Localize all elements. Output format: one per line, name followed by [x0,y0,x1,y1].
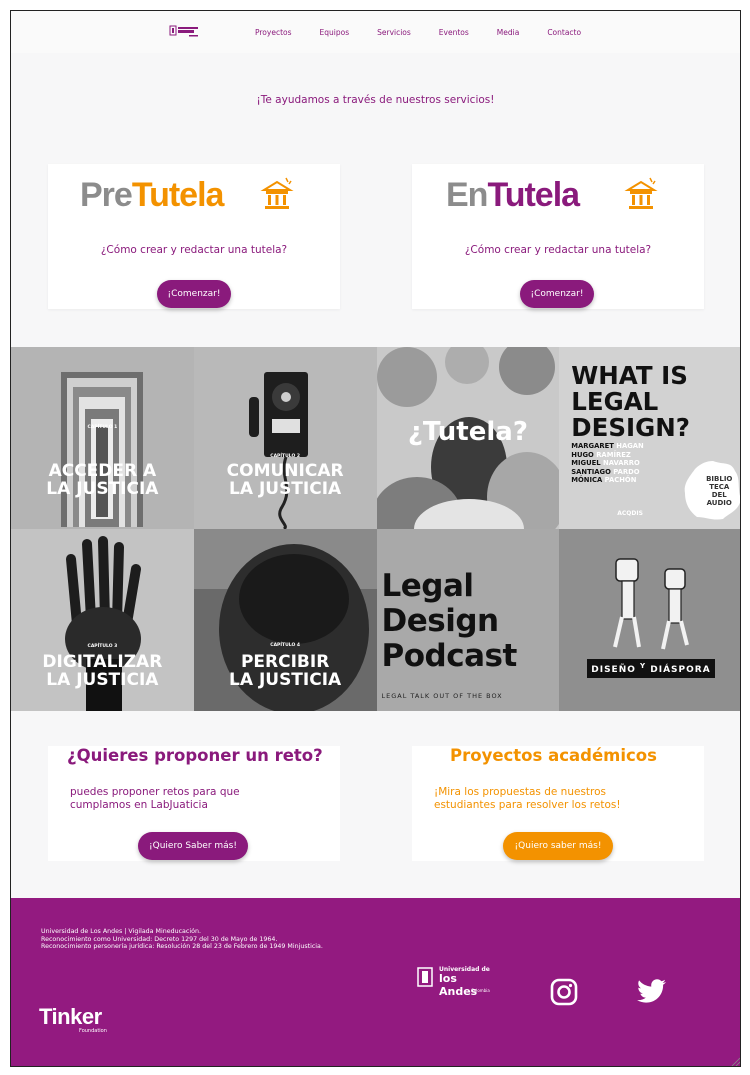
podcast-title: Legal Design Podcast [381,568,518,674]
reto-card: ¿Quieres proponer un reto? puedes propon… [48,746,340,861]
page-frame: Proyectos Equipos Servicios Eventos Medi… [10,10,741,1067]
pretutela-card: PreTutela ¿Cómo crear y redactar una tut… [48,164,340,309]
tile-digitalizar-justicia[interactable]: CAPÍTULO 3 DIGITALIZAR LA JUSTICIA [11,529,194,711]
biblioteca-badge-text: BIBLIO TECA DEL AUDIO [706,475,733,507]
podcast-subtitle: LEGAL TALK OUT OF THE BOX [381,692,503,700]
tile-acceder-justicia[interactable]: CAPÍTULO 1 ACCEDER A LA JUSTICIA [11,347,194,529]
entutela-start-button[interactable]: ¡Comenzar! [520,280,594,308]
proyectos-more-button[interactable]: ¡Quiero saber más! [503,832,613,860]
reto-more-button[interactable]: ¡Quiero Saber más! [138,832,248,860]
tile-caption-1: ACCEDER A [48,461,157,481]
pretutela-start-button[interactable]: ¡Comenzar! [157,280,231,308]
main-nav: Proyectos Equipos Servicios Eventos Medi… [255,28,609,37]
tile-diseno-diaspora[interactable]: DISEÑO Y DIÁSPORA [559,529,740,711]
proyectos-title: Proyectos académicos [450,746,657,765]
nav-proyectos[interactable]: Proyectos [255,28,292,37]
telephone-illustration [193,347,377,529]
reto-text: puedes proponer retos para que cumplamos … [70,786,240,811]
site-header: Proyectos Equipos Servicios Eventos Medi… [11,11,740,53]
tile-tutela[interactable]: ¿Tutela? [376,347,560,529]
reto-title: ¿Quieres proponer un reto? [67,746,323,765]
tile-legal-design-podcast[interactable]: Legal Design Podcast LEGAL TALK OUT OF T… [376,529,560,711]
nav-servicios[interactable]: Servicios [377,28,411,37]
tile-comunicar-justicia[interactable]: CAPÍTULO 2 COMUNICAR LA JUSTICIA [193,347,377,529]
nav-contacto[interactable]: Contacto [547,28,581,37]
entutela-question: ¿Cómo crear y redactar una tutela? [464,244,652,256]
media-grid: CAPÍTULO 1 ACCEDER A LA JUSTICIA CAPÍTUL… [11,347,740,711]
diseno-diaspora-label: DISEÑO Y DIÁSPORA [587,659,715,678]
authors-list: MARGARET HAGAN HUGO RAMÍREZ MIGUEL NAVAR… [571,442,644,484]
tile-caption-2: LA JUSTICIA [229,670,342,690]
services-intro: ¡Te ayudamos a través de nuestros servic… [256,94,495,106]
tile-caption-2: LA JUSTICIA [229,479,342,499]
tile-chapter-label: CAPÍTULO 4 [270,643,300,648]
entutela-logo: EnTutela [446,176,580,214]
proyectos-card: Proyectos académicos ¡Mira los propuesta… [412,746,704,861]
acqdis-logo: ACQDIS [617,510,643,517]
tile-chapter-label: CAPÍTULO 3 [87,644,118,649]
pretutela-logo: PreTutela [80,176,224,214]
uniandes-line3: Colombia [471,988,490,993]
skeletons-illustration [559,529,740,711]
uniandes-logo[interactable] [169,24,199,40]
tinker-logo[interactable]: Tinker [39,1004,102,1030]
legal-design-title: WHAT IS LEGAL DESIGN? [571,361,690,442]
tile-caption-2: LA JUSTICIA [46,479,159,499]
tile-caption-1: PERCIBIR [240,652,330,672]
site-footer: Universidad de Los Andes | Vigilada Mine… [11,898,740,1066]
resize-grip-icon[interactable] [730,1056,740,1066]
instagram-icon[interactable] [550,978,578,1006]
uniandes-line2: los Andes [439,972,478,998]
tile-chapter-label: CAPÍTULO 1 [87,425,118,430]
tile-chapter-label: CAPÍTULO 2 [270,454,300,459]
proyectos-text: ¡Mira los propuestas de nuestros estudian… [434,786,621,811]
corridor-doors-illustration [11,347,194,529]
tutela-title: ¿Tutela? [407,417,528,447]
uniandes-footer-logo[interactable]: Universidad de los Andes Colombia [417,966,497,998]
entutela-card: EnTutela ¿Cómo crear y redactar una tute… [412,164,704,309]
twitter-icon[interactable] [637,979,667,1004]
uniandes-emblem-icon [417,967,433,987]
tinker-foundation-label: Foundation [79,1028,107,1034]
nav-eventos[interactable]: Eventos [439,28,469,37]
tile-caption-2: LA JUSTICIA [46,670,159,690]
tile-caption-1: DIGITALIZAR [42,652,163,672]
tile-what-is-legal-design[interactable]: WHAT IS LEGAL DESIGN? MARGARET HAGAN HUG… [559,347,740,529]
tile-percibir-justicia[interactable]: CAPÍTULO 4 PERCIBIR LA JUSTICIA [193,529,377,711]
tile-caption-1: COMUNICAR [226,461,344,481]
nav-media[interactable]: Media [497,28,520,37]
justice-building-icon [624,177,658,209]
footer-legal-text: Universidad de Los Andes | Vigilada Mine… [41,928,323,950]
pretutela-question: ¿Cómo crear y redactar una tutela? [100,244,288,256]
justice-building-icon [260,177,294,209]
nav-equipos[interactable]: Equipos [320,28,350,37]
